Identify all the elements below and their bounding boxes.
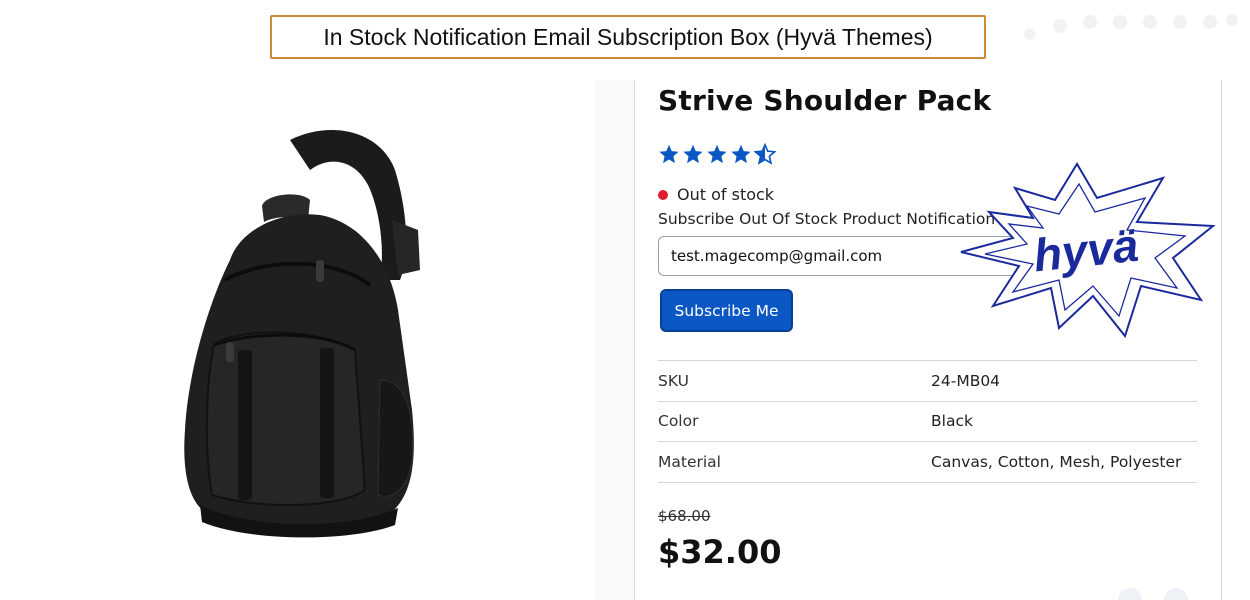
old-price: $68.00 bbox=[658, 507, 711, 525]
star-full-icon bbox=[683, 144, 703, 164]
table-row: Color Black bbox=[658, 402, 1197, 442]
hyva-logo: hyvä bbox=[960, 162, 1216, 339]
product-attributes-table: SKU 24-MB04 Color Black Material Canvas,… bbox=[658, 360, 1197, 483]
table-row: SKU 24-MB04 bbox=[658, 361, 1197, 402]
product-image bbox=[130, 110, 460, 550]
subscribe-label: Subscribe Out Of Stock Product Notificat… bbox=[658, 210, 996, 228]
subscribe-button[interactable]: Subscribe Me bbox=[660, 289, 793, 332]
status-dot-icon bbox=[658, 189, 668, 200]
attribute-value: 24-MB04 bbox=[931, 371, 1001, 390]
attribute-label: SKU bbox=[658, 371, 689, 390]
product-title: Strive Shoulder Pack bbox=[658, 84, 992, 117]
attribute-label: Material bbox=[658, 452, 721, 471]
decorative-circles bbox=[1118, 588, 1188, 600]
attribute-label: Color bbox=[658, 412, 699, 431]
rating-stars bbox=[658, 143, 776, 165]
star-full-icon bbox=[731, 144, 751, 164]
backpack-image bbox=[184, 130, 420, 538]
star-half-icon bbox=[754, 143, 776, 165]
attribute-value: Canvas, Cotton, Mesh, Polyester bbox=[931, 452, 1182, 471]
decorative-dots bbox=[1024, 14, 1238, 40]
star-full-icon bbox=[707, 144, 727, 164]
stock-status: Out of stock bbox=[658, 185, 774, 204]
svg-text:hyvä: hyvä bbox=[1031, 219, 1141, 282]
star-full-icon bbox=[659, 144, 679, 164]
stock-status-label: Out of stock bbox=[677, 185, 775, 204]
attribute-value: Black bbox=[931, 412, 973, 431]
final-price: $32.00 bbox=[658, 533, 782, 571]
table-row: Material Canvas, Cotton, Mesh, Polyester bbox=[658, 442, 1197, 483]
panel-gutter bbox=[595, 80, 635, 600]
page-banner: In Stock Notification Email Subscription… bbox=[270, 15, 986, 59]
